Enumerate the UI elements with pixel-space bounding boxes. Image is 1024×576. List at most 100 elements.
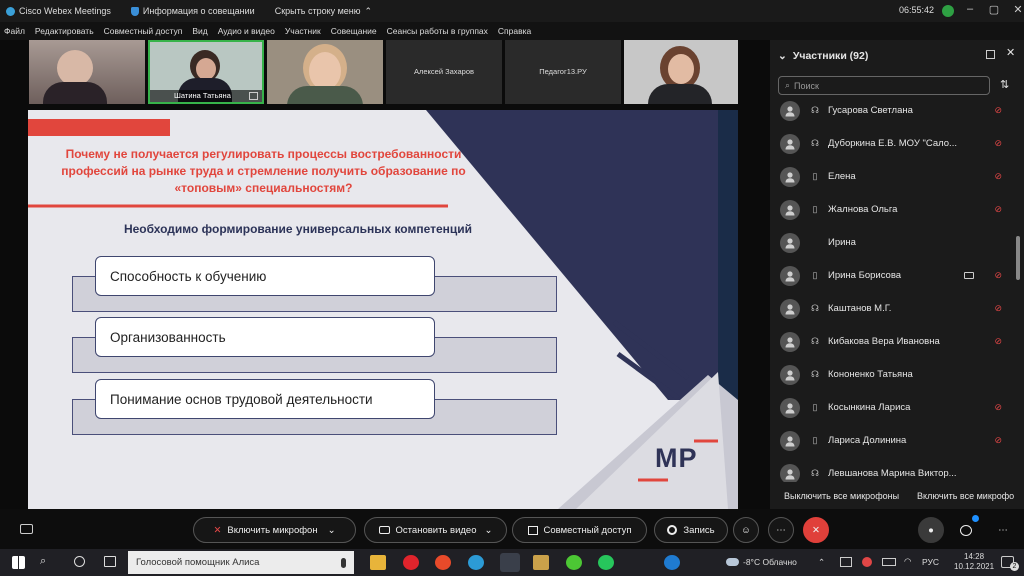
- tray-chevron-icon[interactable]: ⌃: [818, 557, 825, 568]
- slide-question: Почему не получается регулировать процес…: [61, 147, 466, 195]
- opera-icon[interactable]: [403, 555, 419, 570]
- participant-name: Гусарова Светлана: [828, 105, 913, 116]
- menu-meeting[interactable]: Совещание: [331, 26, 377, 36]
- menu-audio-video[interactable]: Аудио и видео: [218, 26, 275, 36]
- record-button[interactable]: Запись: [654, 517, 728, 543]
- hide-menu-button[interactable]: Скрыть строку меню ⌃: [275, 6, 372, 17]
- weather-widget[interactable]: -8°С Облачно: [726, 557, 797, 567]
- search-input[interactable]: Поиск: [794, 81, 819, 91]
- help-icon[interactable]: [664, 555, 680, 570]
- search-box[interactable]: ⌕ Поиск: [778, 76, 990, 95]
- menu-edit[interactable]: Редактировать: [35, 26, 94, 36]
- mic-muted-icon[interactable]: ⊘: [994, 138, 1002, 149]
- windows-start-icon[interactable]: [12, 556, 25, 569]
- maximize-icon[interactable]: ▢: [982, 3, 1006, 16]
- webex-taskbar-icon[interactable]: [500, 553, 520, 572]
- edge-icon[interactable]: [468, 555, 484, 570]
- slide-item: Организованность: [95, 317, 435, 357]
- reactions-button[interactable]: ☺: [733, 517, 759, 543]
- video-tile[interactable]: [624, 40, 738, 104]
- mic-muted-icon[interactable]: ⊘: [994, 402, 1002, 413]
- mic-muted-icon[interactable]: ⊘: [994, 171, 1002, 182]
- participant-row[interactable]: Ирина: [770, 226, 1024, 259]
- meeting-info-button[interactable]: Информация о совещании: [130, 6, 255, 16]
- folder-icon[interactable]: [533, 555, 549, 570]
- participant-row[interactable]: ▯ Елена ⊘: [770, 160, 1024, 193]
- video-tile[interactable]: Алексей Захаров: [386, 40, 502, 104]
- video-tile[interactable]: Педагог13.РУ: [505, 40, 621, 104]
- participant-row[interactable]: ☊ Кононенко Татьяна: [770, 358, 1024, 391]
- more-options-button[interactable]: ⋯: [768, 517, 794, 543]
- more-icon: ⋯: [776, 524, 786, 536]
- participant-row[interactable]: ☊ Дуборкина Е.В. МОУ "Сало... ⊘: [770, 127, 1024, 160]
- participant-row[interactable]: ▯ Ирина Борисова ⊘: [770, 259, 1024, 292]
- participants-button[interactable]: ●: [918, 517, 944, 543]
- more-panels-button[interactable]: ⋯: [990, 517, 1016, 543]
- slide-subtitle: Необходимо формирование универсальных ко…: [123, 222, 473, 236]
- close-panel-icon[interactable]: ✕: [1006, 46, 1015, 59]
- participants-panel: ⌄ Участники (92) ✕ ⌕ Поиск ⇅ ☊ Гусарова С…: [770, 40, 1024, 509]
- mic-muted-icon[interactable]: ⊘: [994, 336, 1002, 347]
- menu-share[interactable]: Совместный доступ: [104, 26, 183, 36]
- close-icon[interactable]: ✕: [1006, 3, 1024, 16]
- avatar-icon: [780, 265, 800, 286]
- scrollbar[interactable]: [1016, 236, 1020, 280]
- participant-row[interactable]: ☊ Левшанова Марина Виктор...: [770, 457, 1024, 482]
- menu-view[interactable]: Вид: [192, 26, 207, 36]
- alice-search-box[interactable]: Голосовой помощник Алиса: [128, 551, 354, 574]
- participant-row[interactable]: ▯ Жалнова Ольга ⊘: [770, 193, 1024, 226]
- battery-icon[interactable]: [882, 558, 896, 566]
- icq-icon[interactable]: [566, 555, 582, 570]
- mic-muted-icon[interactable]: ⊘: [994, 270, 1002, 281]
- mic-muted-icon[interactable]: ⊘: [994, 204, 1002, 215]
- video-tile-active[interactable]: Шатина Татьяна: [148, 40, 264, 104]
- leave-meeting-button[interactable]: ✕: [803, 517, 829, 543]
- network-icon[interactable]: [840, 557, 852, 567]
- mute-all-button[interactable]: Выключить все микрофоны: [784, 491, 899, 501]
- minimize-icon[interactable]: –: [958, 3, 982, 16]
- participant-row[interactable]: ☊ Каштанов М.Г. ⊘: [770, 292, 1024, 325]
- chevron-down-icon: ⌄: [327, 524, 336, 536]
- popout-icon[interactable]: [986, 50, 995, 59]
- yandex-browser-icon[interactable]: [435, 555, 451, 570]
- avatar-icon: [780, 232, 800, 253]
- wifi-icon[interactable]: ◠: [904, 556, 911, 567]
- mic-muted-icon[interactable]: ⊘: [994, 435, 1002, 446]
- participant-row[interactable]: ☊ Кибакова Вера Ивановна ⊘: [770, 325, 1024, 358]
- collapse-chevron-icon[interactable]: ⌄: [778, 50, 787, 62]
- clock[interactable]: 14:28 10.12.2021: [954, 552, 994, 572]
- file-explorer-icon[interactable]: [370, 555, 386, 570]
- microphone-icon: [341, 557, 346, 568]
- unmute-all-button[interactable]: Включить все микрофо: [917, 491, 1014, 501]
- participants-list: ☊ Гусарова Светлана ⊘ ☊ Дуборкина Е.В. МОУ "…: [770, 94, 1024, 482]
- phone-icon: ▯: [812, 435, 818, 445]
- menu-file[interactable]: Файл: [4, 26, 25, 36]
- mic-muted-icon[interactable]: ⊘: [994, 105, 1002, 116]
- menu-participant[interactable]: Участник: [285, 26, 321, 36]
- stop-video-button[interactable]: Остановить видео ⌄: [364, 517, 507, 543]
- expand-icon[interactable]: [249, 92, 258, 100]
- participant-row[interactable]: ☊ Гусарова Светлана ⊘: [770, 94, 1024, 127]
- task-view-icon[interactable]: [104, 556, 116, 567]
- participant-name: Кибакова Вера Ивановна: [828, 336, 940, 347]
- video-tile[interactable]: [267, 40, 383, 104]
- participant-row[interactable]: ▯ Лариса Долинина ⊘: [770, 424, 1024, 457]
- sort-icon[interactable]: ⇅: [1000, 78, 1009, 91]
- camera-icon: [378, 526, 390, 534]
- shield-icon: [130, 6, 139, 16]
- menu-breakout[interactable]: Сеансы работы в группах: [387, 26, 488, 36]
- video-tile[interactable]: [29, 40, 145, 104]
- participant-row[interactable]: ▯ Косынкина Лариса ⊘: [770, 391, 1024, 424]
- captions-icon[interactable]: [20, 524, 33, 534]
- cortana-icon[interactable]: [74, 556, 85, 567]
- language-indicator[interactable]: РУС: [922, 557, 939, 567]
- share-button[interactable]: Совместный доступ: [512, 517, 647, 543]
- tray-app-icon[interactable]: [862, 557, 872, 567]
- mic-muted-icon[interactable]: ⊘: [994, 303, 1002, 314]
- search-icon[interactable]: ⌕: [40, 555, 54, 570]
- video-camera-icon: [964, 272, 974, 279]
- menu-help[interactable]: Справка: [498, 26, 531, 36]
- unmute-mic-button[interactable]: ✕ Включить микрофон ⌄: [193, 517, 356, 543]
- whatsapp-icon[interactable]: [598, 555, 614, 570]
- chat-icon: [960, 524, 972, 536]
